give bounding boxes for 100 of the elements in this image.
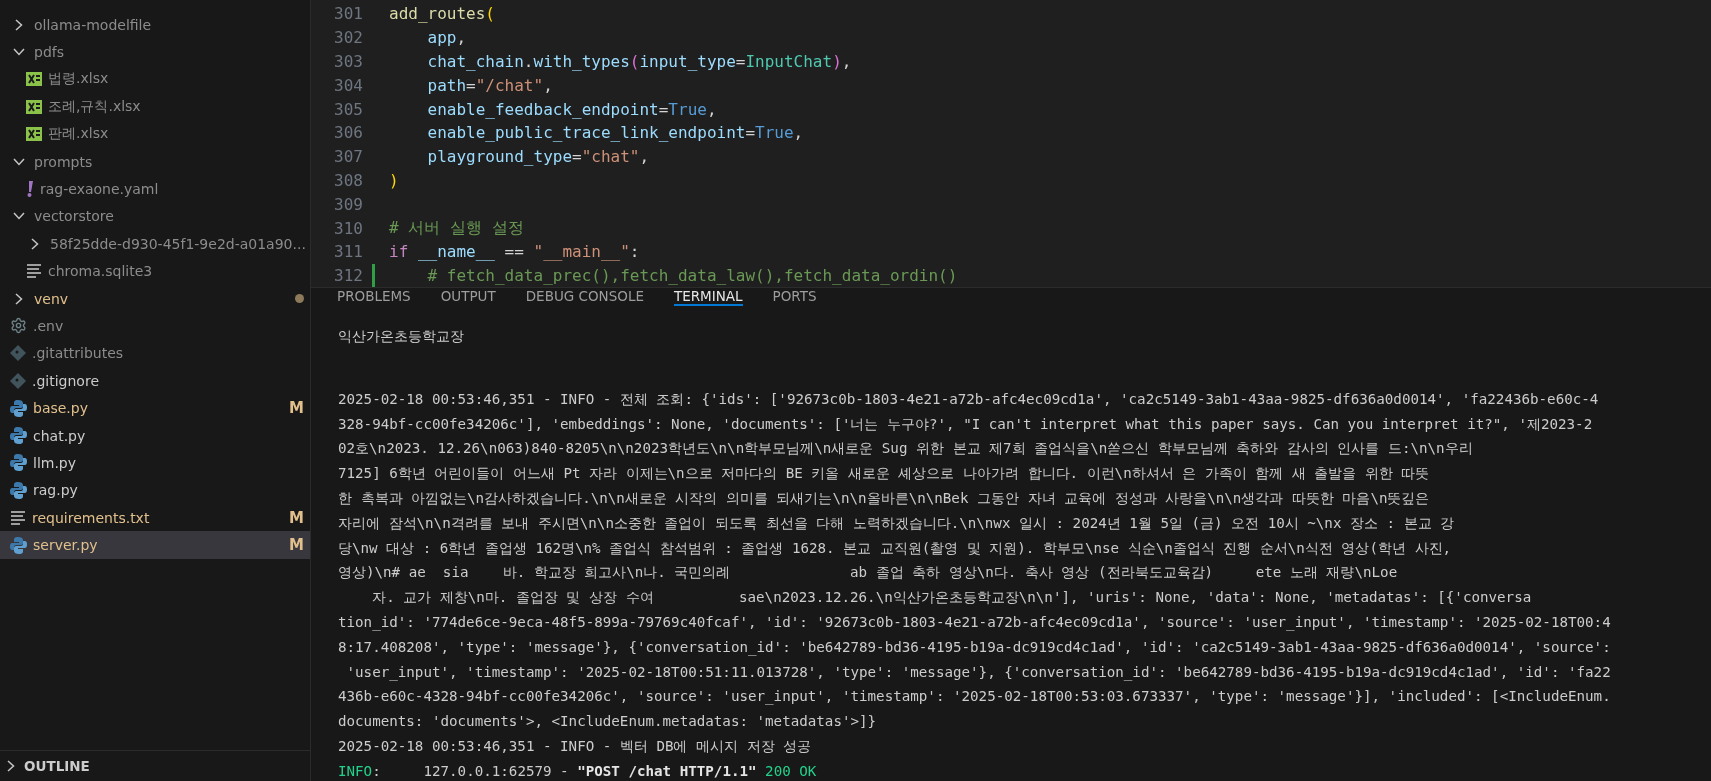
code-line: app,	[426, 28, 467, 48]
file-row[interactable]: rag-exaone.yaml	[0, 175, 310, 203]
line-number: 305	[333, 99, 363, 119]
file-row[interactable]: rag.py	[0, 476, 310, 505]
code-line: enable_feedback_endpoint=True,	[426, 99, 717, 119]
line-number: 304	[333, 75, 363, 95]
terminal-line: 436b-e60c-4328-94bf-cc00fe34206c', 'source': 'user_input', 'timestamp': '2025-02-18T00:53:03.673337', 'type': 'message'}], 'included': [<IncludeEnum.	[338, 687, 1612, 707]
line-number: 312	[333, 266, 363, 286]
file-name: vectorstore	[34, 208, 115, 225]
file-row[interactable]: base.py M	[0, 394, 310, 422]
file-name: llm.py	[33, 454, 78, 471]
line-number: 306	[333, 123, 363, 143]
file-name: requirements.txt	[32, 509, 151, 526]
folder-row[interactable]: ollama-modelfile	[0, 11, 310, 39]
file-name: rag.py	[33, 482, 79, 499]
file-row[interactable]: .env	[0, 312, 310, 340]
file-name: server.py	[33, 537, 99, 554]
file-name: prompts	[34, 153, 94, 170]
line-number: 309	[333, 194, 363, 214]
git-status-label: M	[289, 399, 304, 418]
file-row[interactable]: requirements.txt M	[0, 504, 310, 532]
text-file-icon	[10, 510, 26, 525]
file-name: ollama-modelfile	[34, 16, 153, 33]
line-number: 303	[333, 52, 363, 71]
file-name: chroma.sqlite3	[48, 263, 154, 280]
code-line: path="/chat",	[426, 75, 553, 95]
terminal-line: 당\nw 대상 : 6학년 졸업생 162명\n% 졸업식 참석범위 : 졸업생 1628. 본교 교직원(촬영 및 지원). 학부모\nse 식순\n졸업식 진행 순서\n식전 영상(학년 사진,	[338, 538, 1453, 558]
terminal-line: 익산가온초등학교장	[338, 327, 465, 346]
folder-row[interactable]: venv	[0, 284, 310, 313]
outline-section[interactable]: OUTLINE	[0, 750, 310, 781]
terminal-line: 2025-02-18 00:53:46,351 - INFO - 전체 조회: {'ids': ['92673c0b-1803-4e21-a72b-afc4ec09cd1a', 'ca2c5149-3ab1-43aa-9825-df636a0d0014', 'fa22436b-e60c-4	[338, 389, 1600, 409]
terminal-line: 한 촉복과 아낌없는\n감사하겠습니다.\n\n새로운 시작의 의미를 되새기는\n\n올바른\n\nBek 그동안 자녀 교육에 정성과 사랑을\n\n생각과 따뜻한 마음\n뜻깊은	[338, 489, 1431, 508]
file-name: chat.py	[33, 427, 87, 444]
file-name: rag-exaone.yaml	[40, 181, 160, 198]
code-line: enable_public_trace_link_endpoint=True,	[426, 123, 804, 143]
folder-row[interactable]: vectorstore	[0, 202, 310, 231]
file-name: .gitignore	[32, 372, 100, 389]
file-row[interactable]: 법령.xlsx	[0, 65, 310, 94]
file-name: pdfs	[34, 44, 65, 61]
line-number: 301	[333, 4, 363, 24]
code-line: playground_type="chat",	[426, 147, 650, 167]
file-row[interactable]: .gitattributes	[0, 339, 310, 368]
terminal-line: documents: 'documents'>, <IncludeEnum.metadatas: 'metadatas'>]}	[338, 712, 878, 732]
file-name: base.py	[33, 400, 89, 417]
file-name: 판례.xlsx	[48, 125, 110, 144]
folder-row[interactable]: pdfs	[0, 38, 310, 66]
file-row[interactable]: llm.py	[0, 449, 310, 477]
code-line: )	[389, 170, 399, 190]
terminal-line: 328-94bf-cc00fe34206c'], 'embeddings': None, 'documents': ['너는 누구야?', "I can't interpret what this paper says. Can you interpret it?", '제2023-2	[338, 414, 1594, 434]
exclamation-icon	[26, 181, 34, 198]
file-row[interactable]: 판례.xlsx	[0, 120, 310, 148]
file-name: .gitattributes	[32, 345, 125, 362]
terminal-line: 02호\n2023. 12.26\n063)840-8205\n\n2023학년도\n\n학부모님께\n새로운 Sug 위한 본교 제7희 졸업식을\n쏟으신 학부모님께 축하와 감사의 인사를 드:\n\n우리	[338, 439, 1474, 459]
file-row[interactable]: chroma.sqlite3	[0, 257, 310, 285]
file-row[interactable]: chat.py	[0, 421, 310, 450]
outline-title: OUTLINE	[24, 758, 90, 774]
git-status-label: M	[289, 536, 304, 555]
panel-tab[interactable]: PORTS	[772, 288, 817, 306]
code-line: # 서버 실행 설정	[389, 217, 524, 239]
terminal-line: INFO: 127.0.0.1:62579 - "POST /chat HTTP/1.1" 200 OK	[338, 761, 818, 781]
git-status-label: M	[289, 508, 304, 527]
line-number: 302	[333, 28, 363, 48]
terminal-line: 자. 교가 제창\n마. 졸업장 및 상장 수여 sae\n2023.12.26.\n익산가온초등학교장\n\n'], 'uris': None, 'data': None, 'metadatas': [{'conversa	[371, 588, 1533, 608]
line-number: 310	[333, 218, 363, 238]
terminal-line: 영상)\n# ae sia 바. 학교장 희고사\n나. 국민의례 ab 졸업 축하 영상\n다. 축사 영상 (전라북도교육감) ete 노래 재량\nLoe	[338, 563, 1399, 583]
python-icon	[10, 399, 27, 417]
line-number: 307	[333, 147, 363, 167]
file-row[interactable]: server.py M	[0, 531, 310, 559]
code-line: # fetch_data_prec(),fetch_data_law(),fetch_data_ordin()	[426, 266, 958, 286]
terminal-line: 8:17.408208', 'type': 'message'}, {'conversation_id': 'be642789-bd36-4195-b19a-dc919cd4c1ad', 'id': 'ca2c5149-3ab1-43aa-9825-df636a0d0014', 'source':	[338, 637, 1612, 658]
line-number: 308	[333, 170, 363, 190]
folder-row[interactable]: prompts	[0, 147, 310, 176]
python-icon	[10, 536, 27, 554]
text-file-icon	[26, 264, 42, 279]
folder-row[interactable]: 58f25dde-d930-45f1-9e2d-a01a90...	[0, 230, 310, 258]
spreadsheet-icon	[26, 99, 42, 114]
spreadsheet-icon	[26, 72, 42, 87]
file-name: 조례,규칙.xlsx	[48, 97, 142, 116]
panel-tab[interactable]: DEBUG CONSOLE	[525, 288, 644, 306]
terminal-line: tion_id': '774de6ce-9eca-48f5-899a-79769c40fcaf', 'id': '92673c0b-1803-4e21-a72b-afc4ec09cd1a', 'source': 'user_input', 'timestamp': '2025-02-18T00:4	[338, 612, 1612, 633]
terminal-line: 2025-02-18 00:53:46,351 - INFO - 벡터 DB에 메시지 저장 성공	[338, 736, 813, 756]
panel-tab[interactable]: OUTPUT	[440, 288, 496, 306]
code-line: chat_chain.with_types(input_type=InputChat),	[426, 52, 852, 71]
spreadsheet-icon	[26, 127, 42, 142]
code-line: add_routes(	[389, 4, 495, 24]
file-name: venv	[34, 290, 70, 307]
panel-tab[interactable]: PROBLEMS	[337, 288, 411, 306]
file-row[interactable]: 조례,규칙.xlsx	[0, 93, 310, 121]
diamond-icon	[10, 345, 26, 362]
code-line: if __name__ == "__main__":	[389, 242, 640, 262]
python-icon	[10, 454, 27, 472]
panel-tab[interactable]: TERMINAL	[673, 288, 743, 306]
diamond-icon	[10, 372, 26, 389]
terminal-line: 'user_input', 'timestamp': '2025-02-18T00:51:11.013728', 'type': 'message'}, {'conversation_id': 'be642789-bd36-4195-b19a-dc919cd4c1ad', 'id': 'fa22	[345, 662, 1612, 683]
line-number: 311	[333, 242, 363, 262]
python-icon	[10, 481, 27, 499]
settings-icon	[10, 317, 27, 335]
file-name: 58f25dde-d930-45f1-9e2d-a01a90...	[50, 235, 306, 252]
python-icon	[10, 427, 27, 445]
file-row[interactable]: .gitignore	[0, 367, 310, 395]
